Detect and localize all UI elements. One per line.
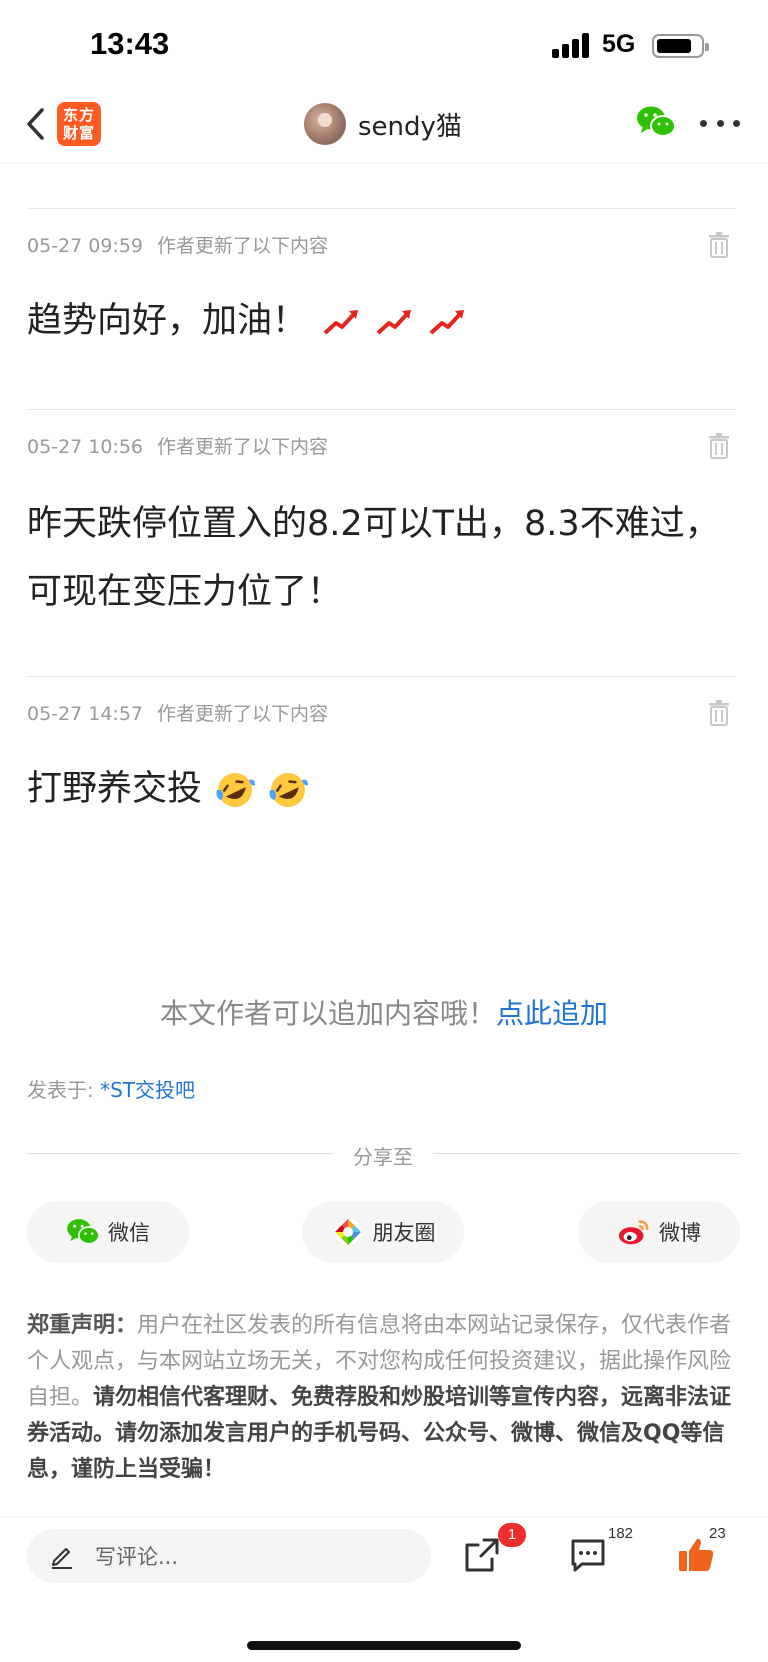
avatar[interactable] — [304, 103, 346, 145]
update-meta: 05-27 09:59 作者更新了以下内容 — [27, 231, 328, 258]
wechat-icon — [637, 106, 676, 137]
update-note: 作者更新了以下内容 — [157, 436, 329, 458]
bottom-action-bar: 写评论... 1 182 23 — [0, 1516, 768, 1662]
share-weibo-button[interactable]: 微博 — [578, 1201, 740, 1263]
update-date: 05-27 09:59 — [27, 235, 144, 257]
update-item: 05-27 10:56 作者更新了以下内容 昨天跌停位置入的8.2可以T出，8.3… — [27, 409, 736, 675]
update-text: 打野养交投 — [27, 755, 736, 823]
share-icon[interactable] — [462, 1535, 502, 1575]
more-menu-button[interactable] — [700, 108, 740, 138]
posted-in-label: 发表于: — [27, 1078, 101, 1102]
back-button[interactable] — [22, 102, 52, 146]
pencil-icon — [52, 1548, 72, 1569]
update-date: 05-27 10:56 — [27, 436, 144, 458]
comment-icon[interactable] — [568, 1535, 608, 1575]
share-wechat-button[interactable]: 微信 — [27, 1201, 189, 1263]
posted-in: 发表于: *ST交投吧 — [27, 1074, 195, 1103]
share-label: 分享至 — [353, 1145, 413, 1169]
like-count: 23 — [709, 1525, 726, 1542]
app-logo-line1: 东方 — [62, 106, 95, 124]
update-text-content: 打野养交投 — [27, 769, 203, 809]
dot — [700, 119, 707, 127]
home-indicator[interactable] — [247, 1641, 521, 1650]
share-divider: 分享至 — [27, 1141, 739, 1169]
stock-bar-link[interactable]: *ST交投吧 — [100, 1078, 195, 1102]
comment-input[interactable]: 写评论... — [27, 1529, 431, 1583]
chart-increasing-icon — [376, 310, 412, 335]
update-date: 05-27 14:57 — [27, 703, 144, 725]
share-weibo-label: 微博 — [659, 1221, 701, 1245]
moments-icon — [334, 1219, 361, 1245]
app-logo-line2: 财富 — [62, 124, 95, 142]
chart-increasing-icon — [430, 310, 465, 335]
wechat-share-button[interactable] — [636, 104, 676, 140]
chevron-left-icon — [27, 108, 44, 140]
author-header[interactable]: sendy猫 — [304, 102, 462, 146]
update-meta: 05-27 10:56 作者更新了以下内容 — [27, 432, 328, 459]
append-content-link[interactable]: 点此追加 — [496, 997, 608, 1030]
share-moments-label: 朋友圈 — [372, 1221, 436, 1245]
trash-icon[interactable] — [708, 699, 730, 727]
update-note: 作者更新了以下内容 — [157, 235, 329, 257]
nav-bar: 东方 财富 sendy猫 — [0, 90, 768, 164]
status-bar: 13:43 5G — [0, 0, 768, 90]
network-type: 5G — [602, 30, 636, 58]
update-text-content: 趋势向好，加油！ — [27, 301, 308, 341]
battery-icon — [652, 34, 709, 58]
update-item: 05-27 14:57 作者更新了以下内容 打野养交投 — [27, 676, 736, 876]
update-text: 趋势向好，加油！ — [27, 287, 736, 355]
share-moments-button[interactable]: 朋友圈 — [302, 1201, 464, 1263]
comment-count: 182 — [608, 1525, 634, 1542]
disclaimer: 郑重声明：用户在社区发表的所有信息将由本网站记录保存，仅代表作者个人观点，与本网… — [27, 1308, 741, 1488]
status-time: 13:43 — [90, 26, 170, 61]
append-prompt-text: 本文作者可以追加内容哦！ — [159, 997, 496, 1030]
share-wechat-label: 微信 — [108, 1221, 150, 1245]
comment-placeholder: 写评论... — [95, 1545, 179, 1569]
update-note: 作者更新了以下内容 — [157, 703, 329, 725]
disclaimer-warning: 请勿相信代客理财、免费荐股和炒股培训等宣传内容，远离非法证券活动。请勿添加发言用… — [27, 1385, 732, 1482]
share-badge: 1 — [498, 1523, 526, 1547]
update-item: 05-27 09:59 作者更新了以下内容 趋势向好，加油！ — [27, 208, 736, 408]
chart-increasing-icon — [323, 310, 359, 335]
cellular-signal-icon — [552, 32, 592, 58]
dot — [733, 119, 740, 127]
trash-icon[interactable] — [708, 231, 730, 259]
update-text: 昨天跌停位置入的8.2可以T出，8.3不难过，可现在变压力位了！ — [27, 504, 720, 612]
app-logo[interactable]: 东方 财富 — [57, 102, 101, 146]
wechat-icon — [67, 1219, 100, 1245]
disclaimer-head: 郑重声明： — [27, 1313, 138, 1338]
update-meta: 05-27 14:57 作者更新了以下内容 — [27, 699, 328, 726]
author-name[interactable]: sendy猫 — [358, 106, 462, 143]
append-content-prompt: 本文作者可以追加内容哦！点此追加 — [0, 992, 768, 1032]
weibo-icon — [618, 1220, 649, 1245]
laughing-tears-emoji-icon — [269, 773, 309, 807]
dot — [716, 119, 724, 127]
trash-icon[interactable] — [708, 432, 730, 460]
laughing-tears-emoji-icon — [216, 773, 256, 807]
